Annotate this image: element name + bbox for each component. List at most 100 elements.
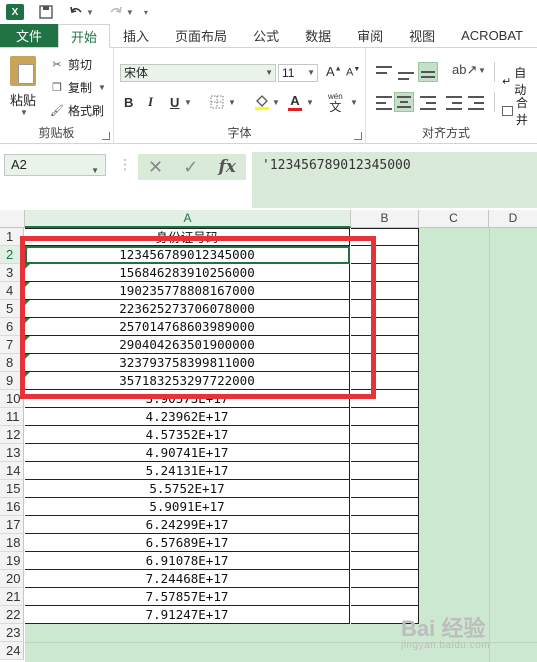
row-header[interactable]: 15 — [0, 480, 24, 498]
row-header[interactable]: 23 — [0, 624, 24, 642]
tab-review[interactable]: 审阅 — [344, 24, 396, 47]
paste-icon[interactable] — [10, 56, 36, 86]
formula-input[interactable]: '123456789012345000 — [252, 152, 537, 208]
cell-b[interactable] — [351, 552, 419, 570]
orientation-icon[interactable]: ab↗ — [452, 62, 477, 78]
borders-button[interactable] — [210, 92, 224, 112]
align-center-icon[interactable] — [394, 92, 414, 112]
cell-a[interactable]: 5.5752E+17 — [25, 480, 350, 498]
column-header-b[interactable]: B — [351, 210, 419, 228]
undo-icon[interactable] — [68, 4, 84, 20]
name-box[interactable]: A2 ▼ — [4, 154, 106, 176]
align-right-icon[interactable] — [420, 96, 436, 110]
tab-home[interactable]: 开始 — [58, 24, 111, 48]
wrap-text-button[interactable]: ↵ 自动 — [502, 64, 537, 98]
cell-a[interactable]: 6.91078E+17 — [25, 552, 350, 570]
cut-button[interactable]: ✂ 剪切 — [50, 56, 92, 73]
redo-dropdown-icon[interactable]: ▼ — [126, 8, 134, 17]
phonetic-button[interactable]: wén 文 — [328, 92, 343, 113]
cell-b[interactable] — [351, 570, 419, 588]
undo-dropdown-icon[interactable]: ▼ — [86, 8, 94, 17]
cell-b[interactable] — [351, 408, 419, 426]
row-header[interactable]: 16 — [0, 498, 24, 516]
fill-dropdown-icon[interactable]: ▼ — [272, 92, 280, 112]
copy-dropdown-icon[interactable]: ▼ — [98, 83, 106, 92]
clipboard-launcher-icon[interactable] — [102, 132, 110, 140]
fill-color-button[interactable] — [254, 92, 270, 112]
row-header[interactable]: 20 — [0, 570, 24, 588]
tab-data[interactable]: 数据 — [292, 24, 344, 47]
customize-qat-icon[interactable]: ▾ — [144, 8, 148, 17]
cell-a[interactable]: 4.57352E+17 — [25, 426, 350, 444]
align-bottom-icon[interactable] — [418, 62, 438, 82]
cell-a[interactable]: 7.57857E+17 — [25, 588, 350, 606]
bold-button[interactable]: B — [124, 92, 133, 112]
row-header[interactable]: 14 — [0, 462, 24, 480]
font-launcher-icon[interactable] — [354, 132, 362, 140]
align-left-icon[interactable] — [376, 96, 392, 110]
merge-center-button[interactable]: 合并 — [502, 94, 537, 128]
cell-a[interactable]: 5.24131E+17 — [25, 462, 350, 480]
paste-button[interactable]: 粘贴 — [10, 90, 36, 109]
enter-icon[interactable]: ✓ — [183, 157, 198, 178]
font-color-dropdown-icon[interactable]: ▼ — [306, 92, 314, 112]
cell-a[interactable]: 4.90741E+17 — [25, 444, 350, 462]
row-header[interactable]: 21 — [0, 588, 24, 606]
phonetic-dropdown-icon[interactable]: ▼ — [350, 92, 358, 112]
copy-button[interactable]: ❐ 复制 ▼ — [50, 79, 106, 96]
tab-view[interactable]: 视图 — [396, 24, 448, 47]
column-header-d[interactable]: D — [489, 210, 537, 228]
row-header[interactable]: 22 — [0, 606, 24, 624]
column-header-c[interactable]: C — [419, 210, 489, 228]
underline-dropdown-icon[interactable]: ▼ — [184, 92, 192, 112]
row-header[interactable]: 24 — [0, 642, 24, 660]
tab-page-layout[interactable]: 页面布局 — [162, 24, 240, 47]
tab-formulas[interactable]: 公式 — [240, 24, 292, 47]
row-header[interactable]: 18 — [0, 534, 24, 552]
decrease-indent-icon[interactable] — [446, 96, 462, 110]
row-header[interactable]: 19 — [0, 552, 24, 570]
tab-insert[interactable]: 插入 — [110, 24, 162, 47]
cancel-icon[interactable]: ✕ — [148, 157, 163, 178]
italic-button[interactable]: I — [148, 92, 153, 112]
decrease-font-button[interactable]: A▼ — [346, 66, 360, 79]
paste-dropdown-icon[interactable]: ▼ — [20, 108, 28, 117]
save-icon[interactable] — [38, 4, 54, 20]
select-all-corner[interactable] — [0, 210, 25, 228]
cell-b[interactable] — [351, 426, 419, 444]
cell-a[interactable]: 7.91247E+17 — [25, 606, 350, 624]
ribbon-home: 粘贴 ▼ ✂ 剪切 ❐ 复制 ▼ 🖌 格式刷 剪贴板 宋体 ▼ 11 ▼ A▲ … — [0, 48, 537, 144]
row-header[interactable]: 11 — [0, 408, 24, 426]
cell-a[interactable]: 4.23962E+17 — [25, 408, 350, 426]
cell-b[interactable] — [351, 444, 419, 462]
column-header-a[interactable]: A — [25, 210, 351, 228]
row-header[interactable]: 13 — [0, 444, 24, 462]
increase-font-button[interactable]: A▲ — [326, 64, 342, 79]
increase-indent-icon[interactable] — [468, 96, 484, 110]
redo-icon[interactable] — [108, 4, 124, 20]
row-header[interactable]: 17 — [0, 516, 24, 534]
cell-b[interactable] — [351, 480, 419, 498]
align-top-icon[interactable] — [376, 66, 392, 80]
borders-dropdown-icon[interactable]: ▼ — [228, 92, 236, 112]
cell-b[interactable] — [351, 588, 419, 606]
orientation-dropdown-icon[interactable]: ▼ — [478, 66, 486, 75]
tab-file[interactable]: 文件 — [0, 24, 59, 47]
row-header[interactable]: 12 — [0, 426, 24, 444]
cell-b[interactable] — [351, 534, 419, 552]
format-painter-button[interactable]: 🖌 格式刷 — [50, 102, 104, 119]
font-size-select[interactable]: 11 ▼ — [278, 64, 318, 82]
cell-b[interactable] — [351, 516, 419, 534]
tab-acrobat[interactable]: ACROBAT — [448, 24, 536, 47]
cell-a[interactable]: 6.57689E+17 — [25, 534, 350, 552]
cell-b[interactable] — [351, 462, 419, 480]
underline-button[interactable]: U — [170, 92, 179, 112]
font-name-select[interactable]: 宋体 ▼ — [120, 64, 276, 82]
cell-b[interactable] — [351, 498, 419, 516]
align-middle-icon[interactable] — [398, 66, 414, 80]
cell-a[interactable]: 7.24468E+17 — [25, 570, 350, 588]
font-color-button[interactable]: A — [288, 92, 302, 112]
cell-a[interactable]: 6.24299E+17 — [25, 516, 350, 534]
cell-a[interactable]: 5.9091E+17 — [25, 498, 350, 516]
insert-function-icon[interactable]: fx — [218, 157, 235, 177]
